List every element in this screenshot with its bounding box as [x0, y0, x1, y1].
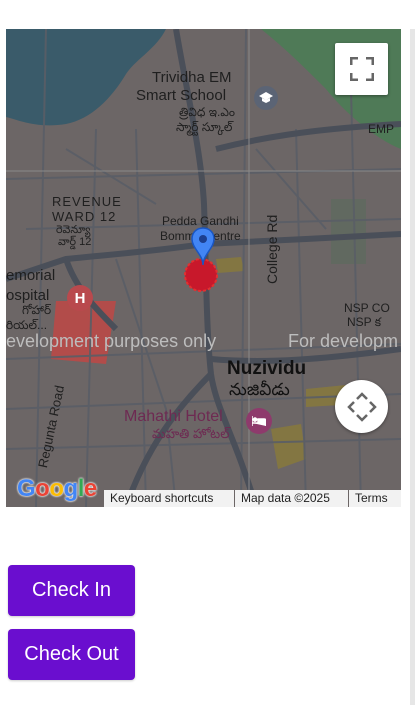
revenue-label: REVENUE	[52, 194, 122, 209]
fullscreen-icon	[349, 57, 374, 81]
fullscreen-button[interactable]	[335, 43, 388, 95]
scrollbar[interactable]	[410, 29, 415, 705]
check-out-button[interactable]: Check Out	[8, 629, 135, 680]
hotel-icon	[246, 408, 272, 434]
pedda-gandhi-label: Pedda Gandhi	[162, 214, 239, 228]
dev-watermark-right: For developm	[288, 331, 399, 351]
memorial-label: emorial	[6, 267, 56, 284]
map-view[interactable]: Trividha EM Smart School త్రివిధ ఇ.ఎం స్…	[6, 29, 401, 507]
ward12-label: WARD 12	[52, 209, 117, 224]
pan-arrows-icon	[346, 391, 377, 422]
ward12-te2-label: వార్డ్ 12	[58, 236, 92, 248]
keyboard-shortcuts-link[interactable]: Keyboard shortcuts	[104, 490, 234, 507]
location-pin-icon[interactable]	[191, 227, 215, 272]
pan-control-button[interactable]	[335, 380, 388, 433]
nuzividu-label: Nuzividu	[227, 358, 307, 379]
nuzividu-te-label: నుజివీడు	[229, 380, 290, 399]
nsp-te-label: NSP క	[347, 315, 382, 329]
mahathi-te-label: మహతి హోటల్	[152, 426, 230, 441]
map-data-text: Map data ©2025	[235, 490, 348, 507]
terms-link[interactable]: Terms	[349, 490, 401, 507]
nsp-co-label: NSP CO	[344, 301, 390, 315]
college-rd-label: College Rd	[264, 214, 280, 284]
smart-school-te-label: స్మార్ట్ స్కూల్	[176, 120, 233, 134]
emp-label: EMP	[368, 122, 395, 136]
mahathi-hotel-label: Mahathi Hotel	[124, 408, 223, 425]
smart-school-label: Smart School	[136, 87, 227, 104]
dev-watermark-left: evelopment purposes only	[6, 331, 217, 351]
google-logo: Google	[17, 475, 97, 502]
trividha-label: Trividha EM	[152, 69, 232, 86]
check-in-button[interactable]: Check In	[8, 565, 135, 616]
hospital-label: ospital	[6, 287, 50, 304]
hospital-icon: H	[67, 285, 93, 311]
school-icon	[254, 86, 278, 110]
